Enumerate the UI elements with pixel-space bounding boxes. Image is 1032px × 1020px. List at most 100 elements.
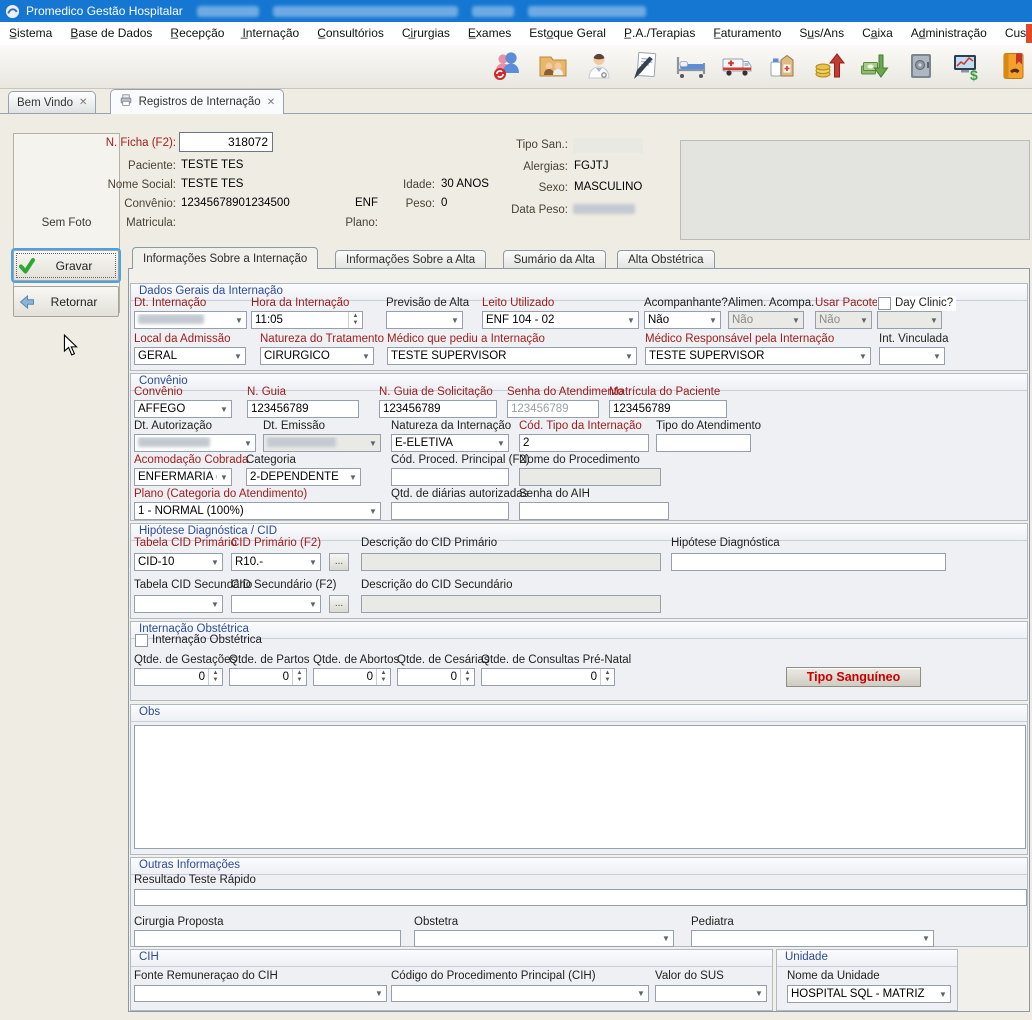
qtd-diarias-input[interactable] [391, 502, 509, 520]
tab-informacoes-alta[interactable]: Informações Sobre a Alta [335, 250, 486, 269]
menu-sus-ans[interactable]: Su̲s/Ans [790, 22, 853, 45]
fonte-remuneracao-combo[interactable]: ▼ [134, 985, 387, 1002]
qtde-abortos-spinner[interactable]: 0▲▼ [313, 668, 391, 686]
cid-secundario-browse-button[interactable]: ... [329, 595, 349, 613]
expenses-down-icon[interactable] [858, 49, 892, 83]
nome-unidade-combo[interactable]: HOSPITAL SQL - MATRIZ▼ [787, 985, 951, 1003]
qtde-consultas-prenatal-spinner[interactable]: 0▲▼ [481, 668, 615, 686]
financial-analysis-icon[interactable]: $ [950, 49, 984, 83]
obs-textarea[interactable] [134, 725, 1026, 849]
categoria-combo[interactable]: 2-DEPENDENTE▼ [246, 468, 361, 486]
spinner-arrows-icon[interactable]: ▲▼ [292, 669, 306, 685]
tab-informacoes-internacao[interactable]: Informações Sobre a Internação [132, 247, 318, 269]
tabela-cid-secundario-combo[interactable]: ▼ [134, 595, 223, 613]
menu-cirurgias[interactable]: Ci̲rurgias [393, 22, 459, 45]
spinner-arrows-icon[interactable]: ▲▼ [208, 669, 222, 685]
qtde-gestacoes-spinner[interactable]: 0▲▼ [134, 668, 223, 686]
previsao-alta-combo[interactable]: ▼ [386, 311, 463, 329]
cirurgia-proposta-input[interactable] [134, 930, 401, 947]
cid-primario-combo[interactable]: R10.-▼ [231, 553, 321, 571]
natureza-internacao-combo[interactable]: E-ELETIVA▼ [391, 434, 509, 452]
revenue-up-icon[interactable] [812, 49, 846, 83]
leito-utilizado-combo[interactable]: ENF 104 - 02▼ [482, 311, 639, 329]
senha-aih-input[interactable] [519, 502, 669, 520]
convenio-combo[interactable]: AFFEGO▼ [134, 400, 232, 418]
menu-base-de-dados[interactable]: B̲ase de Dados [61, 22, 161, 45]
matricula-paciente-label: Matrícula do Paciente [609, 386, 720, 398]
doc-tab-registros-internacao[interactable]: Registros de Internação✕ [110, 89, 285, 114]
n-guia-solicitacao-input[interactable]: 123456789 [379, 400, 497, 418]
local-admissao-combo[interactable]: GERAL▼ [134, 347, 246, 365]
tipo-sanguineo-button[interactable]: Tipo Sanguíneo [786, 667, 921, 687]
menu-consultorios[interactable]: C̲onsultórios [308, 22, 393, 45]
acompanhante-combo[interactable]: Não▼ [644, 311, 721, 329]
pharmacy-supplies-icon[interactable] [766, 49, 800, 83]
obstetra-combo[interactable]: ▼ [414, 930, 674, 947]
safe-icon[interactable] [904, 49, 938, 83]
spinner-arrows-icon[interactable]: ▲▼ [376, 669, 390, 685]
users-sync-icon[interactable] [490, 49, 524, 83]
paciente-label: Paciente: [100, 160, 176, 172]
menu-faturamento[interactable]: F̲aturamento [704, 22, 790, 45]
admission-document-icon[interactable] [628, 49, 662, 83]
patient-folder-icon[interactable] [536, 49, 570, 83]
dt-autorizacao-combo[interactable]: ▼ [134, 434, 256, 452]
dropdown-arrow-icon: ▼ [789, 316, 803, 325]
menu-estoque-geral[interactable]: Esto̲que Geral [520, 22, 615, 45]
tipo-atendimento-input[interactable] [656, 434, 751, 452]
menu-exames[interactable]: E̲xames [459, 22, 520, 45]
section-cih: CIHFonte Remuneraçao do CIH▼Código do Pr… [130, 949, 773, 1011]
gravar-button[interactable]: Gravar [13, 250, 119, 281]
acomodacao-cobrada-combo[interactable]: ENFERMARIA (1)▼ [134, 468, 232, 486]
qtde-partos-spinner[interactable]: 0▲▼ [229, 668, 307, 686]
matricula-label: Matricula: [100, 217, 176, 229]
doctor-icon[interactable] [582, 49, 616, 83]
tab-close-icon[interactable]: ✕ [267, 97, 275, 108]
cod-tipo-internacao-input[interactable]: 2 [519, 434, 649, 452]
plano-categoria-combo[interactable]: 1 - NORMAL (100%)▼ [134, 502, 381, 520]
valor-sus-combo[interactable]: ▼ [655, 985, 767, 1002]
qtde-consultas-prenatal-label: Qtde. de Consultas Pré-Natal [481, 654, 631, 666]
resultado-teste-rapido-input[interactable] [134, 889, 1027, 906]
spinner-arrows-icon[interactable]: ▲▼ [348, 312, 362, 328]
medico-responsavel-combo[interactable]: TESTE SUPERVISOR▼ [645, 347, 871, 365]
menu-internacao[interactable]: I̲nternação [233, 22, 308, 45]
menu-sistema[interactable]: S̲istema [0, 22, 61, 45]
cod-proced-principal-input[interactable] [391, 468, 509, 486]
window-title: Promedico Gestão Hospitalar [26, 4, 183, 18]
hospital-bed-icon[interactable] [674, 49, 708, 83]
cid-secundario-combo[interactable]: ▼ [231, 595, 321, 613]
qtde-cesarias-spinner[interactable]: 0▲▼ [397, 668, 475, 686]
pediatra-combo[interactable]: ▼ [691, 930, 934, 947]
tab-alta-obstetrica[interactable]: Alta Obstétrica [617, 250, 714, 269]
cid-primario-browse-button[interactable]: ... [329, 553, 349, 571]
matricula-paciente-input[interactable]: 123456789 [609, 400, 727, 418]
tab-sumario-alta[interactable]: Sumário da Alta [503, 250, 606, 269]
day-clinic-checkbox[interactable]: Day Clinic? [877, 296, 956, 311]
senha-atendimento-input[interactable]: 123456789 [507, 400, 599, 418]
phone-directory-icon[interactable] [996, 49, 1030, 83]
spinner-arrows-icon[interactable]: ▲▼ [600, 669, 614, 685]
hora-internacao-spinner[interactable]: 11:05▲▼ [251, 311, 363, 329]
internacao-obstetrica-checkbox[interactable]: Internação Obstétrica [135, 634, 262, 647]
tabela-cid-primario-combo[interactable]: CID-10▼ [134, 553, 223, 571]
spinner-arrows-icon[interactable]: ▲▼ [460, 669, 474, 685]
tipo-atendimento-label: Tipo do Atendimento [656, 420, 761, 432]
doc-tab-bem-vindo[interactable]: Bem Vindo✕ [8, 91, 96, 113]
menu-caixa[interactable]: Ca̲ixa [853, 22, 902, 45]
tab-close-icon[interactable]: ✕ [79, 97, 87, 108]
n-guia-input[interactable]: 123456789 [247, 400, 359, 418]
retornar-button[interactable]: Retornar [13, 286, 119, 317]
printer-icon [119, 94, 133, 110]
menu-recepcao[interactable]: R̲ecepção [161, 22, 233, 45]
ficha-input[interactable]: 318072 [179, 132, 273, 152]
codigo-procedimento-cih-combo[interactable]: ▼ [391, 985, 649, 1002]
medico-pediu-combo[interactable]: TESTE SUPERVISOR▼ [387, 347, 637, 365]
hipotese-diagnostica-input[interactable] [671, 553, 946, 571]
natureza-tratamento-combo[interactable]: CIRURGICO▼ [260, 347, 374, 365]
ambulance-icon[interactable] [720, 49, 754, 83]
menu-administracao[interactable]: Ad̲ministração [902, 22, 996, 45]
int-vinculada-combo[interactable]: ▼ [879, 347, 945, 365]
dt-internacao-combo[interactable]: ▼ [134, 311, 247, 329]
menu-pa-terapias[interactable]: P̲.A./Terapias [615, 22, 704, 45]
